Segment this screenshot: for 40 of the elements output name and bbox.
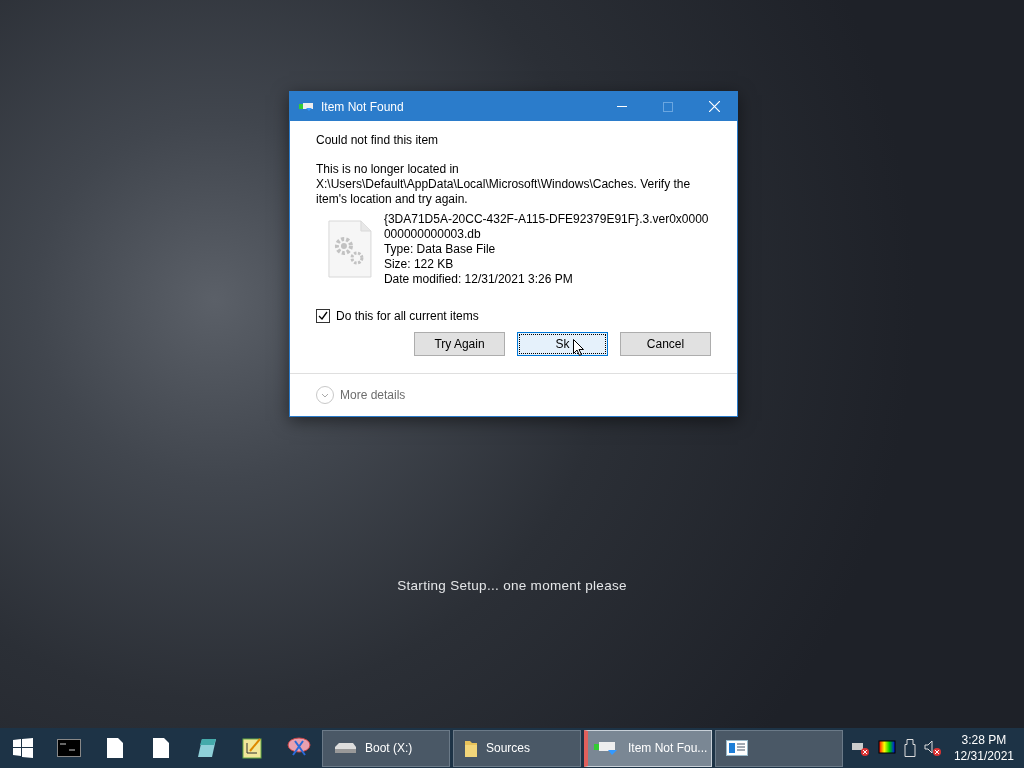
folder-icon bbox=[464, 738, 478, 758]
network-error-icon bbox=[851, 740, 870, 756]
windows-logo-icon bbox=[13, 738, 33, 758]
window-icon bbox=[594, 740, 620, 756]
dialog-button[interactable]: Sk bbox=[517, 332, 608, 356]
chart-document-icon bbox=[242, 737, 264, 759]
settings-file-icon bbox=[326, 220, 374, 278]
dialog-button[interactable]: Try Again bbox=[414, 332, 505, 356]
file-size: Size: 122 KB bbox=[383, 257, 455, 272]
window-icon bbox=[299, 101, 313, 112]
error-message: This is no longer located in X:\Users\Default\AppData\Local\Microsoft\Windows\Caches. Verify the item's location and try again. bbox=[316, 162, 692, 207]
checkbox-label: Do this for all current items bbox=[336, 309, 479, 323]
file-name: {3DA71D5A-20CC-432F-A115-DFE92379E91F}.3.ver0x0000000000000003.db bbox=[383, 212, 710, 242]
dialog-heading: Could not find this item bbox=[316, 133, 440, 147]
taskbar-window-button[interactable]: Item Not Fou... bbox=[584, 729, 712, 767]
taskbar-window-button[interactable]: Sources bbox=[453, 729, 581, 767]
drive-icon bbox=[333, 741, 357, 755]
file-date: Date modified: 12/31/2021 3:26 PM bbox=[383, 272, 574, 287]
clock[interactable]: 3:28 PM 12/31/2021 bbox=[953, 732, 1014, 764]
color-display-icon bbox=[877, 740, 896, 756]
close-icon bbox=[708, 101, 720, 112]
taskbar-window-button[interactable]: Boot (X:) bbox=[322, 729, 450, 767]
more-details-link[interactable]: More details bbox=[340, 388, 406, 402]
usb-drive-icon bbox=[903, 739, 916, 757]
checkbox[interactable] bbox=[316, 309, 330, 323]
terminal-icon bbox=[57, 739, 81, 757]
minimize-icon bbox=[617, 106, 627, 107]
maximize-icon bbox=[663, 101, 673, 112]
taskbar-window-button[interactable] bbox=[715, 729, 843, 767]
document-icon bbox=[107, 738, 123, 758]
notepad-icon bbox=[196, 737, 218, 759]
window-title: Item Not Found bbox=[321, 99, 405, 114]
status-message: Starting Setup... one moment please bbox=[397, 578, 627, 593]
file-type: Type: Data Base File bbox=[383, 242, 497, 257]
expand-icon bbox=[316, 386, 334, 404]
window-icon bbox=[726, 740, 748, 756]
document-icon bbox=[153, 738, 169, 758]
speaker-muted-icon bbox=[923, 740, 942, 756]
mouse-cursor-icon bbox=[573, 339, 584, 356]
dialog-button[interactable]: Cancel bbox=[620, 332, 711, 356]
